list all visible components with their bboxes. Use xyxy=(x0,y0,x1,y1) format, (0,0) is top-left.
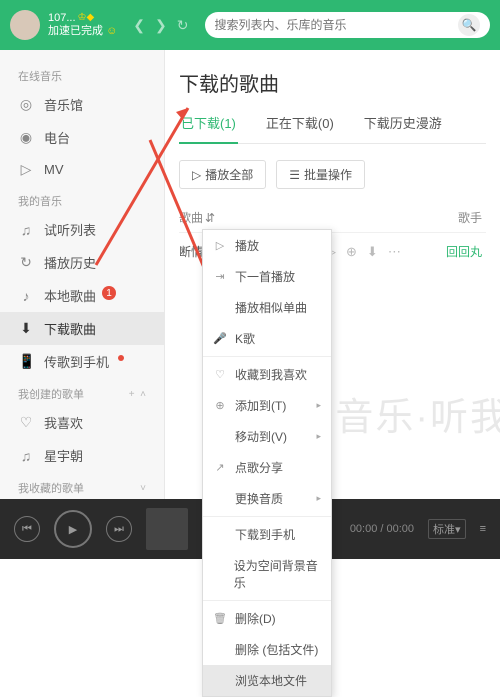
refresh-icon[interactable]: ↻ xyxy=(177,17,189,34)
dot-icon xyxy=(118,355,124,361)
local-icon: ♪ xyxy=(18,288,34,304)
tab-downloaded[interactable]: 已下载(1) xyxy=(179,113,238,144)
ctx-bg-music[interactable]: 设为空间背景音乐 xyxy=(203,550,331,598)
sidebar-item-music-hall[interactable]: ◎音乐馆 xyxy=(0,88,164,121)
ctx-move-to[interactable]: 移动到(V)▸ xyxy=(203,421,331,452)
chevron-right-icon: ▸ xyxy=(316,493,321,504)
sidebar-item-trial[interactable]: ♫试听列表 xyxy=(0,213,164,246)
music-hall-icon: ◎ xyxy=(18,96,34,113)
add-icon: ⊕ xyxy=(213,399,227,412)
list-icon: ♫ xyxy=(18,222,34,238)
ctx-delete[interactable]: 🗑删除(D) xyxy=(203,603,331,634)
row-add-icon[interactable]: ⊕ xyxy=(346,244,357,260)
chevron-right-icon: ▸ xyxy=(316,400,321,411)
play-all-button[interactable]: ▷播放全部 xyxy=(179,160,266,189)
page-title: 下载的歌曲 xyxy=(179,68,486,97)
section-created[interactable]: 我创建的歌单+ ˄ xyxy=(0,378,164,406)
section-online: 在线音乐 xyxy=(0,60,164,88)
search-icon[interactable]: 🔍 xyxy=(458,14,480,36)
ctx-play[interactable]: ▷播放 xyxy=(203,230,331,261)
batch-button[interactable]: ☰批量操作 xyxy=(276,160,365,189)
ctx-add-to[interactable]: ⊕添加到(T)▸ xyxy=(203,390,331,421)
share-icon: ↗ xyxy=(213,461,227,474)
sidebar-item-like[interactable]: ♡我喜欢 xyxy=(0,406,164,439)
mv-icon: ▷ xyxy=(18,161,34,178)
search-input[interactable] xyxy=(215,18,459,32)
sidebar-item-mv[interactable]: ▷MV xyxy=(0,154,164,185)
lyric-mode[interactable]: 标准▾ xyxy=(428,519,466,539)
sidebar-item-download[interactable]: ⬇下载歌曲 xyxy=(0,312,164,345)
user-info: 107...♔◆ 加速已完成 ☺ xyxy=(48,12,117,38)
ctx-similar[interactable]: 播放相似单曲 xyxy=(203,292,331,323)
background-text: 音乐·听我 xyxy=(335,386,500,441)
ctx-quality[interactable]: 更换音质▸ xyxy=(203,483,331,514)
chevron-down-icon[interactable]: ˅ xyxy=(140,483,146,494)
trash-icon: 🗑 xyxy=(213,612,227,625)
singer-link[interactable]: 回回丸 xyxy=(436,243,486,260)
album-cover[interactable] xyxy=(146,508,188,550)
history-icon: ↻ xyxy=(18,254,34,271)
sidebar-item-radio[interactable]: ◉电台 xyxy=(0,121,164,154)
tab-history[interactable]: 下载历史漫游 xyxy=(362,113,444,143)
prev-button[interactable]: ⏮ xyxy=(14,516,40,542)
sidebar-item-local[interactable]: ♪本地歌曲1 xyxy=(0,279,164,312)
col-song-header[interactable]: 歌曲⇵ xyxy=(179,209,326,226)
col-singer-header[interactable]: 歌手 xyxy=(436,209,486,226)
section-collected[interactable]: 我收藏的歌单˅ xyxy=(0,472,164,499)
ctx-ksong[interactable]: 🎤K歌 xyxy=(203,323,331,354)
ctx-browse-local[interactable]: 浏览本地文件 xyxy=(203,665,331,696)
ctx-play-next[interactable]: ⇥下一首播放 xyxy=(203,261,331,292)
nav-back-icon[interactable]: ❮ xyxy=(133,17,145,34)
sidebar: 在线音乐 ◎音乐馆 ◉电台 ▷MV 我的音乐 ♫试听列表 ↻播放历史 ♪本地歌曲… xyxy=(0,50,165,499)
list-icon: ☰ xyxy=(289,168,300,182)
heart-icon: ♡ xyxy=(18,414,34,431)
radio-icon: ◉ xyxy=(18,129,34,146)
badge: 1 xyxy=(102,286,116,300)
tab-downloading[interactable]: 正在下载(0) xyxy=(264,113,336,143)
phone-icon: 📱 xyxy=(18,353,34,370)
play-button[interactable]: ▶ xyxy=(54,510,92,548)
plus-icon[interactable]: + ˄ xyxy=(129,389,146,400)
ctx-fav[interactable]: ♡收藏到我喜欢 xyxy=(203,359,331,390)
download-icon: ⬇ xyxy=(18,320,34,337)
row-download-icon[interactable]: ⬇ xyxy=(367,244,378,260)
section-mymusic: 我的音乐 xyxy=(0,185,164,213)
context-menu: ▷播放 ⇥下一首播放 播放相似单曲 🎤K歌 ♡收藏到我喜欢 ⊕添加到(T)▸ 移… xyxy=(202,229,332,697)
playlist-icon: ♫ xyxy=(18,448,34,464)
row-more-icon[interactable]: ⋯ xyxy=(388,244,401,260)
ctx-share[interactable]: ↗点歌分享 xyxy=(203,452,331,483)
sidebar-item-playlist[interactable]: ♫星宇朝 xyxy=(0,439,164,472)
playlist-icon[interactable]: ≡ xyxy=(480,523,486,535)
play-icon: ▷ xyxy=(192,168,201,182)
time-display: 00:00 / 00:00 xyxy=(350,523,414,535)
next-button[interactable]: ⏭ xyxy=(106,516,132,542)
mic-icon: 🎤 xyxy=(213,332,227,345)
ctx-to-phone[interactable]: 下载到手机 xyxy=(203,519,331,550)
sidebar-item-history[interactable]: ↻播放历史 xyxy=(0,246,164,279)
chevron-right-icon: ▸ xyxy=(316,431,321,442)
nav-forward-icon[interactable]: ❯ xyxy=(155,17,167,34)
next-icon: ⇥ xyxy=(213,270,227,283)
play-icon: ▷ xyxy=(213,239,227,252)
avatar[interactable] xyxy=(10,10,40,40)
heart-icon: ♡ xyxy=(213,368,227,381)
sort-icon: ⇵ xyxy=(205,211,215,225)
vip-icon: ♔◆ xyxy=(78,12,95,24)
search-box[interactable]: 🔍 xyxy=(205,12,491,38)
sidebar-item-transfer[interactable]: 📱传歌到手机 xyxy=(0,345,164,378)
ctx-delete-file[interactable]: 删除 (包括文件) xyxy=(203,634,331,665)
